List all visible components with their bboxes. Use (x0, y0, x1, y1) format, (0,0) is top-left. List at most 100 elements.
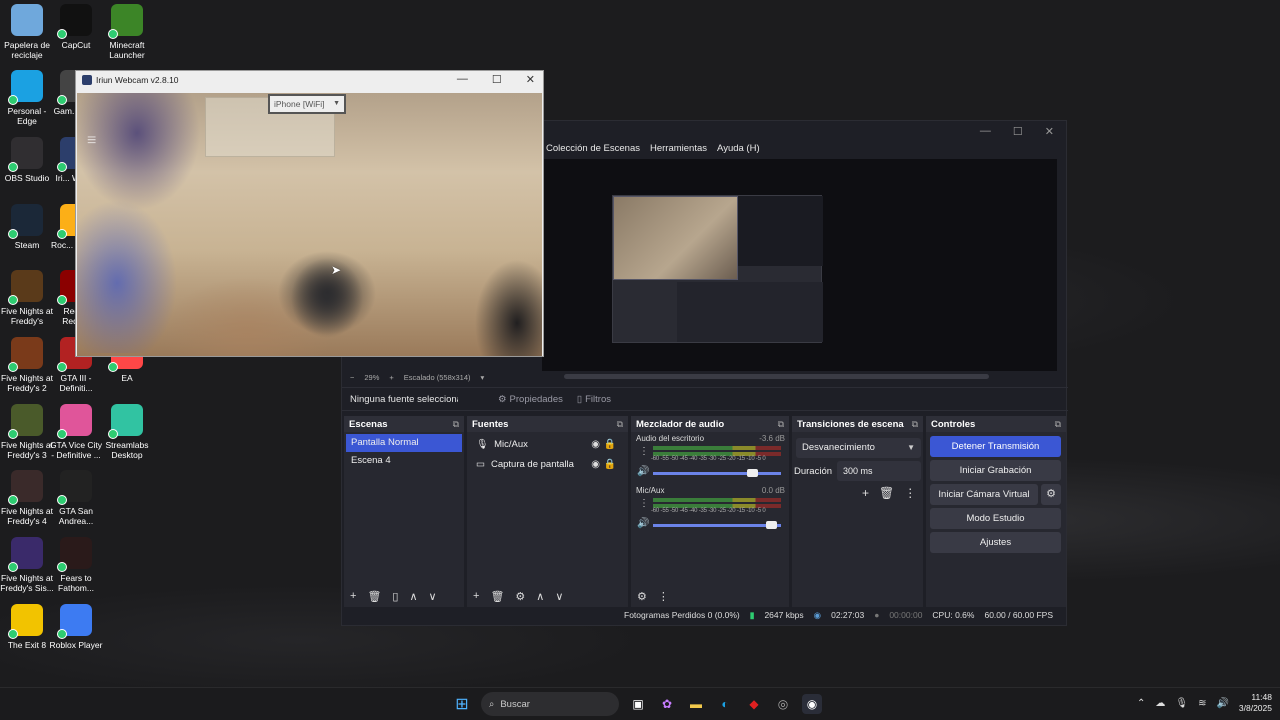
file-explorer-icon[interactable]: ▬ (686, 694, 706, 714)
duration-input[interactable]: 300 ms (837, 461, 921, 481)
desktop-icon-label: The Exit 8 (7, 640, 47, 650)
mixer-channel: Audio del escritorio -3.6 dB ⋮ -60 -55 -… (631, 434, 789, 486)
desktop-icon[interactable]: The Exit 8 (0, 604, 54, 650)
virtual-cam-row: Iniciar Cámara Virtual ⚙ (930, 484, 1066, 505)
desktop-icon[interactable]: Personal - Edge (0, 70, 54, 126)
kebab-menu-icon[interactable]: ⋮ (658, 590, 669, 603)
desktop-icon[interactable]: GTA San Andrea... (49, 470, 103, 526)
zoom-out-button[interactable]: − (350, 373, 354, 382)
hamburger-menu-icon[interactable]: ≡ (87, 133, 105, 149)
volume-slider[interactable] (653, 472, 781, 475)
desktop-icon[interactable]: Five Nights at Freddy's 4 (0, 470, 54, 526)
up-icon[interactable]: ∧ (536, 590, 544, 603)
lock-icon[interactable]: 🔒 (604, 459, 616, 470)
menu-help[interactable]: Ayuda (H) (717, 143, 760, 154)
filter-icon[interactable]: ▯ (392, 590, 398, 603)
obs-preview[interactable] (542, 159, 1057, 371)
desktop-icon[interactable]: Streamlabs Desktop (100, 404, 154, 460)
preview-scrollbar[interactable] (564, 374, 989, 379)
source-item[interactable]: ▭ Captura de pantalla ◉ 🔒 (469, 454, 626, 474)
volume-slider-handle[interactable] (766, 521, 778, 529)
filters-button[interactable]: ▯ Filtros (577, 394, 611, 405)
maximize-icon[interactable]: ☐ (1013, 125, 1023, 138)
desktop-icon[interactable]: Five Nights at Freddy's 3 (0, 404, 54, 460)
desktop-icon[interactable]: Five Nights at Freddy's (0, 270, 54, 326)
trash-icon[interactable]: 🗑 (879, 486, 894, 500)
add-icon[interactable]: + (473, 590, 479, 602)
kebab-menu-icon[interactable]: ⋮ (904, 486, 916, 500)
clock[interactable]: 11:48 3/8/2025 (1239, 692, 1272, 714)
device-select[interactable]: iPhone [WiFi] ▼ (268, 94, 346, 114)
float-icon[interactable]: ⧉ (912, 419, 918, 430)
chevron-up-icon[interactable]: ⌃ (1137, 698, 1145, 709)
desktop-icon[interactable]: Five Nights at Freddy's Sis... (0, 537, 54, 593)
eye-icon[interactable]: ◉ (591, 459, 600, 470)
desktop-icon[interactable]: Papelera de reciclaje (0, 4, 54, 60)
source-label: Captura de pantalla (490, 458, 574, 470)
speaker-icon[interactable]: 🔊 (637, 466, 649, 477)
desktop-icon[interactable]: Steam (0, 204, 54, 250)
eye-icon[interactable]: ◉ (591, 439, 600, 450)
scale-dropdown-icon[interactable]: ▾ (481, 373, 485, 382)
float-icon[interactable]: ⧉ (778, 419, 784, 430)
desktop-icon[interactable]: Roblox Player (49, 604, 103, 650)
close-icon[interactable]: ✕ (1045, 125, 1054, 138)
volume-slider-handle[interactable] (746, 469, 758, 477)
start-recording-button[interactable]: Iniciar Grabación (930, 460, 1061, 481)
lock-icon[interactable]: 🔒 (604, 439, 616, 450)
wifi-icon[interactable]: ≋ (1198, 698, 1206, 709)
minimize-icon[interactable]: — (980, 125, 991, 137)
maximize-icon[interactable]: ☐ (492, 73, 502, 86)
down-icon[interactable]: ∨ (555, 590, 563, 603)
desktop-icon[interactable]: CapCut (49, 4, 103, 50)
copilot-icon[interactable]: ✿ (657, 694, 677, 714)
desktop-icon[interactable]: Fears to Fathom... (49, 537, 103, 593)
gear-icon[interactable]: ⚙ (515, 590, 525, 603)
cloud-icon[interactable]: ☁ (1155, 698, 1165, 709)
desktop-icon[interactable]: GTA Vice City - Definitive ... (49, 404, 103, 460)
desktop-icon[interactable]: Five Nights at Freddy's 2 (0, 337, 54, 393)
volume-slider[interactable] (653, 524, 781, 527)
chevron-down-icon: ▼ (333, 100, 340, 107)
close-icon[interactable]: ✕ (526, 73, 535, 86)
kebab-menu-icon[interactable]: ⋮ (639, 446, 649, 457)
settings-button[interactable]: Ajustes (930, 532, 1061, 553)
up-icon[interactable]: ∧ (409, 590, 417, 603)
minimize-icon[interactable]: — (457, 73, 468, 86)
studio-mode-button[interactable]: Modo Estudio (930, 508, 1061, 529)
source-item[interactable]: 🎙 Mic/Aux ◉ 🔒 (469, 434, 626, 454)
trash-icon[interactable]: 🗑 (367, 590, 381, 603)
start-virtual-camera-button[interactable]: Iniciar Cámara Virtual (930, 484, 1038, 505)
roblox-icon (57, 604, 92, 639)
kebab-menu-icon[interactable]: ⋮ (639, 498, 649, 509)
transition-select[interactable]: Desvanecimiento ▼ (796, 438, 921, 458)
scene-item[interactable]: Escena 4 (346, 452, 462, 470)
windows-start-icon[interactable]: ⊞ (452, 694, 472, 714)
taskbar-search[interactable]: ⌕ Buscar (481, 692, 619, 716)
menu-scene-collection[interactable]: Colección de Escenas (546, 143, 640, 154)
task-view-icon[interactable]: ▣ (628, 694, 648, 714)
float-icon[interactable]: ⧉ (1055, 419, 1061, 430)
properties-button[interactable]: ⚙ Propiedades (498, 394, 563, 405)
desktop-icon[interactable]: OBS Studio (0, 137, 54, 183)
microphone-icon[interactable]: 🎙 (1175, 698, 1188, 709)
scene-item[interactable]: Pantalla Normal (346, 434, 462, 452)
menu-tools[interactable]: Herramientas (650, 143, 707, 154)
volume-icon[interactable]: 🔊 (1216, 698, 1228, 709)
down-icon[interactable]: ∨ (429, 590, 437, 603)
desktop-icon[interactable]: Minecraft Launcher (100, 4, 154, 60)
float-icon[interactable]: ⧉ (453, 419, 459, 430)
add-icon[interactable]: + (350, 590, 356, 602)
mcafee-icon[interactable]: ◆ (744, 694, 764, 714)
speaker-icon[interactable]: 🔊 (637, 518, 649, 529)
float-icon[interactable]: ⧉ (617, 419, 623, 430)
gear-icon[interactable]: ⚙ (1041, 484, 1061, 505)
stop-stream-button[interactable]: Detener Transmisión (930, 436, 1061, 457)
edge-icon[interactable]: ◐ (715, 694, 735, 714)
zoom-in-button[interactable]: + (389, 373, 393, 382)
gear-icon[interactable]: ⚙ (637, 590, 647, 603)
add-icon[interactable]: + (862, 486, 869, 500)
trash-icon[interactable]: 🗑 (490, 590, 504, 603)
obs-taskbar-icon[interactable]: ◉ (802, 694, 822, 714)
chrome-icon[interactable]: ◎ (773, 694, 793, 714)
